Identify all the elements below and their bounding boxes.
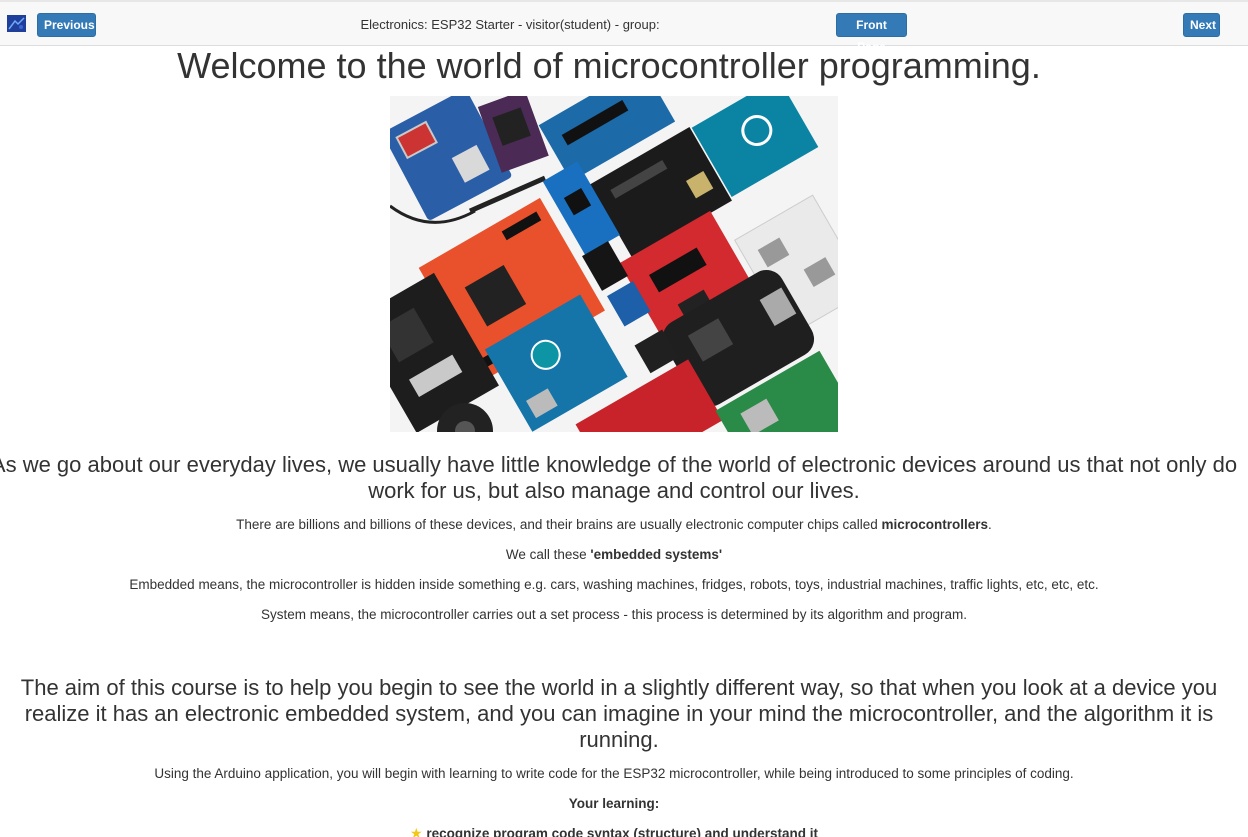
next-button[interactable]: Next (1183, 13, 1220, 37)
top-nav-bar: Previous Electronics: ESP32 Starter - vi… (0, 0, 1248, 54)
paragraph-embedded-means: Embedded means, the microcontroller is h… (129, 577, 1099, 592)
paragraph-microcontrollers: There are billions and billions of these… (0, 516, 1228, 534)
star-icon: ★ (410, 825, 423, 837)
p2-bold: 'embedded systems' (590, 547, 723, 562)
p1-end: . (988, 517, 992, 532)
p1-bold: microcontrollers (881, 517, 989, 532)
p1-text: There are billions and billions of these… (236, 517, 882, 532)
learning-item: ★ recognize program code syntax (structu… (0, 824, 1228, 837)
learning-item-text: recognize program code syntax (structure… (426, 826, 818, 837)
previous-button[interactable]: Previous (37, 13, 96, 37)
paragraph-embedded-systems: We call these 'embedded systems' (0, 546, 1228, 564)
paragraph-system-means: System means, the microcontroller carrie… (260, 607, 968, 622)
course-title: Electronics: ESP32 Starter - visitor(stu… (360, 17, 660, 32)
front-page-button[interactable]: Front Page (836, 13, 907, 54)
microcontroller-boards-photo (390, 96, 838, 432)
page-title: Welcome to the world of microcontroller … (177, 45, 1041, 86)
paragraph-arduino: Using the Arduino application, you will … (154, 766, 1074, 781)
p2-text: We call these (505, 547, 591, 562)
intro-lead: As we go about our everyday lives, we us… (0, 452, 1238, 503)
learning-heading: Your learning: (568, 796, 660, 811)
aim-lead: The aim of this course is to help you be… (20, 675, 1218, 752)
site-logo-icon[interactable] (7, 15, 26, 32)
